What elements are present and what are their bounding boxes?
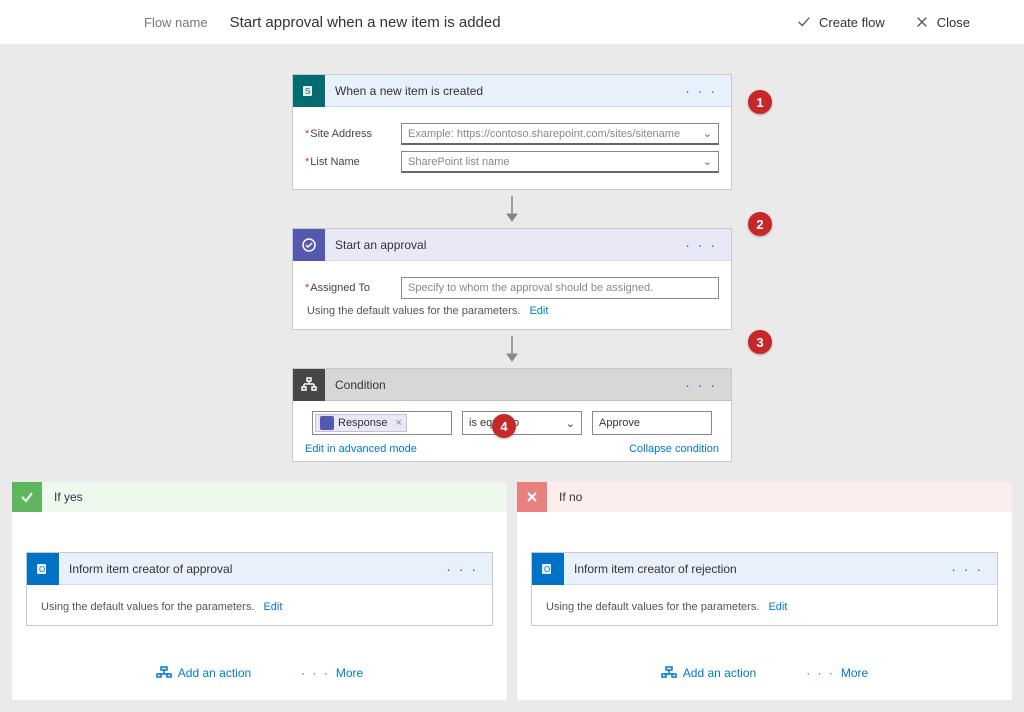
svg-text:S: S bbox=[305, 87, 310, 96]
collapse-condition-link[interactable]: Collapse condition bbox=[629, 443, 719, 455]
response-token[interactable]: Response × bbox=[315, 414, 407, 432]
rejection-notify-menu-button[interactable]: · · · bbox=[945, 561, 989, 577]
assigned-to-label: *Assigned To bbox=[305, 282, 401, 294]
approval-notify-card: O Inform item creator of approval · · · … bbox=[26, 552, 493, 626]
callout-3: 3 bbox=[748, 330, 772, 354]
flow-canvas: 1 2 3 4 S When a new item is created · ·… bbox=[0, 44, 1024, 712]
chevron-down-icon: ⌄ bbox=[566, 417, 575, 430]
condition-value-input[interactable]: Approve bbox=[592, 411, 712, 435]
more-dots-icon: · · · bbox=[806, 666, 835, 680]
token-remove-button[interactable]: × bbox=[396, 417, 402, 429]
if-no-branch: If no O Inform item creator of rejection… bbox=[517, 482, 1012, 700]
no-defaults-hint: Using the default values for the paramet… bbox=[546, 601, 983, 613]
if-no-label: If no bbox=[547, 490, 582, 504]
yes-defaults-hint: Using the default values for the paramet… bbox=[41, 601, 478, 613]
check-icon bbox=[797, 15, 811, 29]
close-icon bbox=[517, 482, 547, 512]
rejection-notify-title: Inform item creator of rejection bbox=[564, 562, 945, 576]
if-yes-branch: If yes O Inform item creator of approval… bbox=[12, 482, 507, 700]
outlook-icon: O bbox=[532, 553, 564, 585]
site-address-dropdown[interactable]: Example: https://contoso.sharepoint.com/… bbox=[401, 123, 719, 145]
no-edit-link[interactable]: Edit bbox=[768, 601, 787, 613]
list-name-label: *List Name bbox=[305, 156, 401, 168]
callout-2: 2 bbox=[748, 212, 772, 236]
if-yes-label: If yes bbox=[42, 490, 83, 504]
close-button[interactable]: Close bbox=[915, 15, 970, 30]
condition-menu-button[interactable]: · · · bbox=[679, 377, 723, 393]
assigned-to-input[interactable]: Specify to whom the approval should be a… bbox=[401, 277, 719, 299]
arrow-icon bbox=[292, 330, 732, 368]
condition-icon bbox=[293, 369, 325, 401]
approval-notify-title: Inform item creator of approval bbox=[59, 562, 440, 576]
condition-title: Condition bbox=[325, 378, 679, 392]
approval-title: Start an approval bbox=[325, 238, 679, 252]
yes-more-button[interactable]: · · · More bbox=[301, 666, 363, 680]
list-name-dropdown[interactable]: SharePoint list name ⌄ bbox=[401, 151, 719, 173]
site-address-label: *Site Address bbox=[305, 128, 401, 140]
edit-advanced-link[interactable]: Edit in advanced mode bbox=[305, 443, 417, 455]
no-more-button[interactable]: · · · More bbox=[806, 666, 868, 680]
condition-card: Condition · · · Response × is equal to ⌄ bbox=[292, 368, 732, 462]
trigger-menu-button[interactable]: · · · bbox=[679, 83, 723, 99]
close-icon bbox=[915, 15, 929, 29]
svg-text:O: O bbox=[39, 565, 45, 574]
arrow-icon bbox=[292, 190, 732, 228]
callout-1: 1 bbox=[748, 90, 772, 114]
yes-add-action-button[interactable]: Add an action bbox=[156, 666, 251, 680]
condition-left-input[interactable]: Response × bbox=[312, 411, 452, 435]
approval-menu-button[interactable]: · · · bbox=[679, 237, 723, 253]
chevron-down-icon: ⌄ bbox=[703, 155, 712, 168]
more-dots-icon: · · · bbox=[301, 666, 330, 680]
approval-edit-link[interactable]: Edit bbox=[529, 305, 548, 317]
trigger-card: S When a new item is created · · · *Site… bbox=[292, 74, 732, 190]
approval-notify-menu-button[interactable]: · · · bbox=[440, 561, 484, 577]
approval-card: Start an approval · · · *Assigned To Spe… bbox=[292, 228, 732, 330]
flow-name-label: Flow name bbox=[144, 15, 208, 30]
flow-title: Start approval when a new item is added bbox=[230, 14, 797, 31]
no-add-action-button[interactable]: Add an action bbox=[661, 666, 756, 680]
create-flow-button[interactable]: Create flow bbox=[797, 15, 885, 30]
callout-4: 4 bbox=[492, 414, 516, 438]
svg-text:O: O bbox=[544, 565, 550, 574]
rejection-notify-card: O Inform item creator of rejection · · ·… bbox=[531, 552, 998, 626]
check-icon bbox=[12, 482, 42, 512]
trigger-title: When a new item is created bbox=[325, 84, 679, 98]
yes-edit-link[interactable]: Edit bbox=[263, 601, 282, 613]
sharepoint-icon: S bbox=[293, 75, 325, 107]
approval-icon bbox=[293, 229, 325, 261]
outlook-icon: O bbox=[27, 553, 59, 585]
condition-operator-dropdown[interactable]: is equal to ⌄ bbox=[462, 411, 582, 435]
approval-defaults-hint: Using the default values for the paramet… bbox=[307, 305, 717, 317]
top-bar: Flow name Start approval when a new item… bbox=[0, 0, 1024, 44]
chevron-down-icon: ⌄ bbox=[703, 127, 712, 140]
token-icon bbox=[320, 416, 334, 430]
